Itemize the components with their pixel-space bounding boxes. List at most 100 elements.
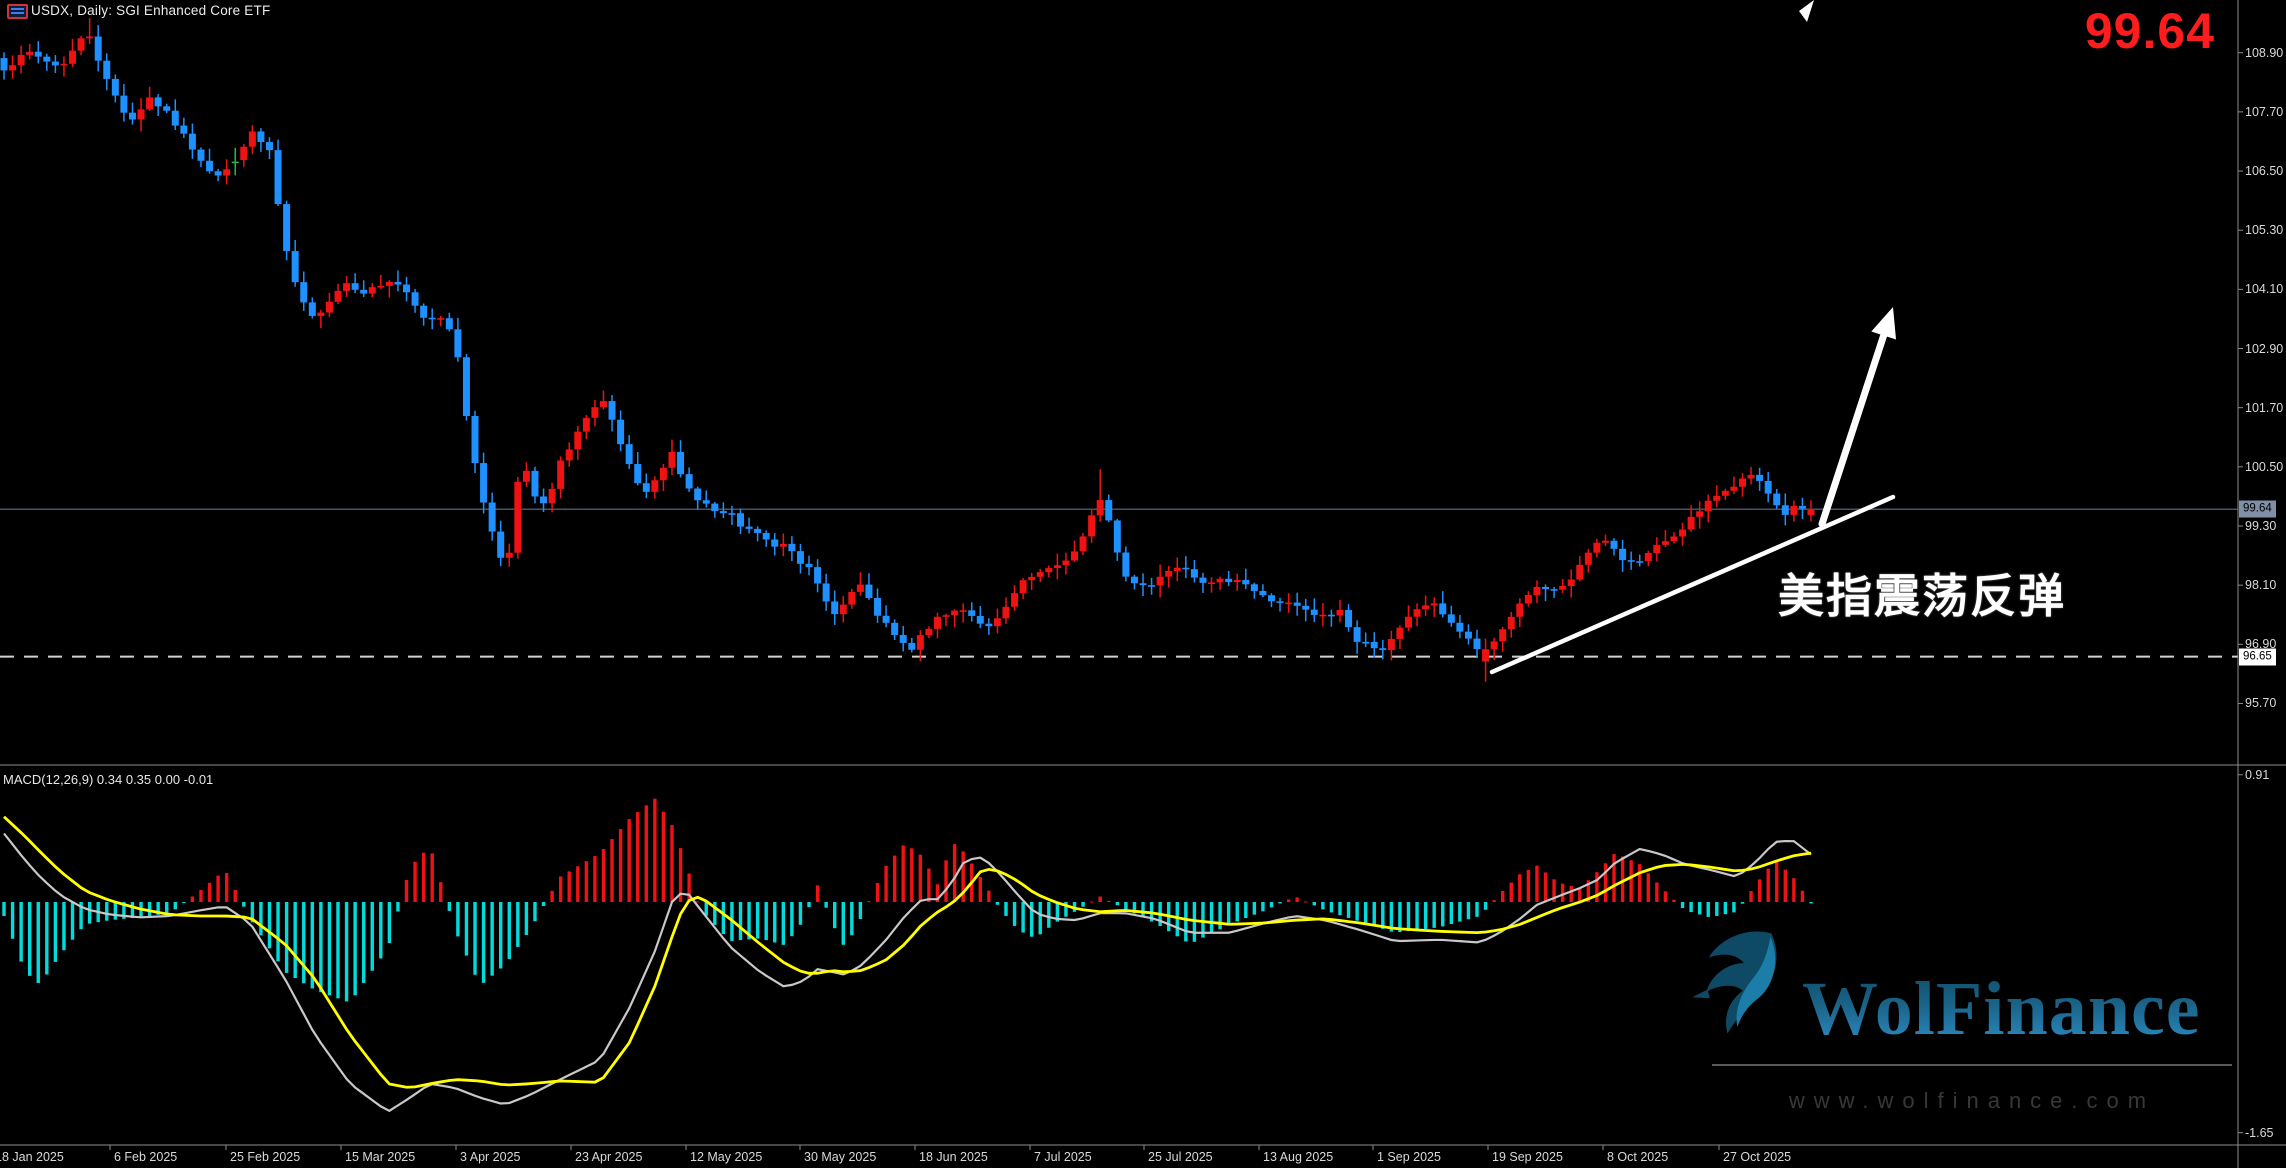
macd-histogram-bar	[756, 902, 759, 939]
candle-body	[1302, 606, 1309, 610]
price-tick-label: 105.30	[2245, 223, 2283, 237]
macd-histogram-bar	[174, 902, 177, 909]
candle-body	[514, 482, 521, 553]
current-price-badge: 99.64	[2239, 501, 2276, 518]
macd-histogram-bar	[2, 902, 5, 916]
candle-body	[1465, 632, 1472, 639]
macd-histogram-bar	[208, 883, 211, 902]
macd-histogram-bar	[1355, 902, 1358, 921]
macd-histogram-bar	[276, 902, 279, 961]
macd-histogram-bar	[859, 902, 862, 919]
macd-histogram-bar	[696, 901, 699, 902]
candle-body	[711, 504, 718, 511]
candle-body	[1431, 603, 1438, 605]
macd-histogram-bar	[1330, 902, 1333, 912]
candle-body	[1790, 506, 1797, 515]
candle-body	[1182, 568, 1189, 570]
candle-body	[1619, 549, 1626, 560]
candle-body	[1105, 500, 1112, 520]
macd-histogram-bar	[1253, 902, 1256, 915]
macd-histogram-bar	[1364, 902, 1367, 923]
macd-histogram-bar	[910, 848, 913, 902]
price-tick-label: 108.90	[2245, 46, 2283, 60]
candle-body	[994, 618, 1001, 626]
macd-histogram-bar	[1518, 874, 1521, 902]
macd-histogram-bar	[893, 856, 896, 902]
macd-histogram-bar	[550, 891, 553, 902]
candle-body	[651, 480, 658, 492]
candle-body	[874, 598, 881, 616]
macd-histogram-bar	[1381, 902, 1384, 929]
macd-histogram-bar	[1758, 879, 1761, 902]
candle-body	[232, 162, 239, 164]
macd-histogram-bar	[285, 902, 288, 973]
macd-histogram-bar	[833, 902, 836, 928]
macd-histogram-bar	[782, 902, 785, 945]
macd-histogram-bar	[28, 902, 31, 976]
candle-body	[566, 449, 573, 460]
macd-histogram-bar	[242, 902, 245, 907]
candle-body	[737, 513, 744, 526]
candle-body	[865, 585, 872, 598]
candle-body	[1542, 587, 1549, 589]
macd-histogram-bar	[1244, 902, 1247, 918]
macd-histogram-bar	[1441, 902, 1444, 926]
price-tick-label: 107.70	[2245, 105, 2283, 119]
candle-body	[1028, 577, 1035, 580]
macd-histogram-bar	[216, 876, 219, 902]
candle-body	[609, 401, 616, 420]
candle-body	[463, 357, 470, 416]
macd-histogram-bar	[1475, 902, 1478, 917]
candle-body	[1653, 545, 1660, 553]
candle-body	[917, 635, 924, 650]
candle-body	[968, 610, 975, 616]
candle-body	[1294, 603, 1301, 606]
macd-histogram-bar	[19, 902, 22, 962]
candle-body	[1516, 603, 1523, 616]
watermark: WolFinance www.wolfinance.com	[1690, 928, 2246, 1045]
macd-histogram-bar	[979, 877, 982, 902]
macd-histogram-bar	[1090, 901, 1093, 902]
macd-histogram-bar	[533, 902, 536, 921]
candle-body	[686, 474, 693, 488]
candle-body	[1773, 494, 1780, 506]
candle-body	[668, 452, 675, 468]
macd-histogram-bar	[645, 805, 648, 902]
candle-body	[728, 513, 735, 515]
candle-body	[1251, 584, 1258, 591]
candle-body	[78, 38, 85, 50]
candle-body	[1371, 642, 1378, 648]
candle-body	[1362, 642, 1369, 644]
candle-body	[771, 539, 778, 546]
candle-body	[891, 623, 898, 635]
candle-body	[1157, 577, 1164, 586]
candle-body	[1328, 615, 1335, 617]
candle-body	[1808, 509, 1815, 515]
candle-body	[146, 97, 153, 109]
macd-histogram-bar	[225, 873, 228, 902]
candle-body	[720, 511, 727, 513]
candle-body	[26, 52, 33, 55]
macd-histogram-bar	[1749, 891, 1752, 902]
macd-histogram-bar	[1013, 902, 1016, 926]
macd-histogram-bar	[88, 902, 91, 924]
macd-histogram-bar	[1629, 860, 1632, 902]
macd-histogram-bar	[1664, 891, 1667, 902]
candle-body	[626, 444, 633, 464]
candle-body	[1765, 481, 1772, 494]
up-arrow-shaft	[1822, 336, 1884, 524]
candle-body	[951, 611, 958, 616]
candle-body	[1097, 500, 1104, 515]
price-tick-label: 106.50	[2245, 164, 2283, 178]
macd-histogram-bar	[1047, 902, 1050, 928]
date-tick-label: 25 Feb 2025	[230, 1150, 300, 1164]
candle-body	[266, 142, 273, 150]
watermark-url: www.wolfinance.com	[1712, 1088, 2232, 1114]
macd-histogram-bar	[482, 902, 485, 983]
candle-body	[155, 97, 162, 106]
candle-body	[754, 529, 761, 533]
macd-histogram-bar	[1707, 902, 1710, 917]
macd-histogram-bar	[927, 869, 930, 902]
candle-body	[1525, 595, 1532, 604]
macd-histogram-bar	[1689, 902, 1692, 912]
